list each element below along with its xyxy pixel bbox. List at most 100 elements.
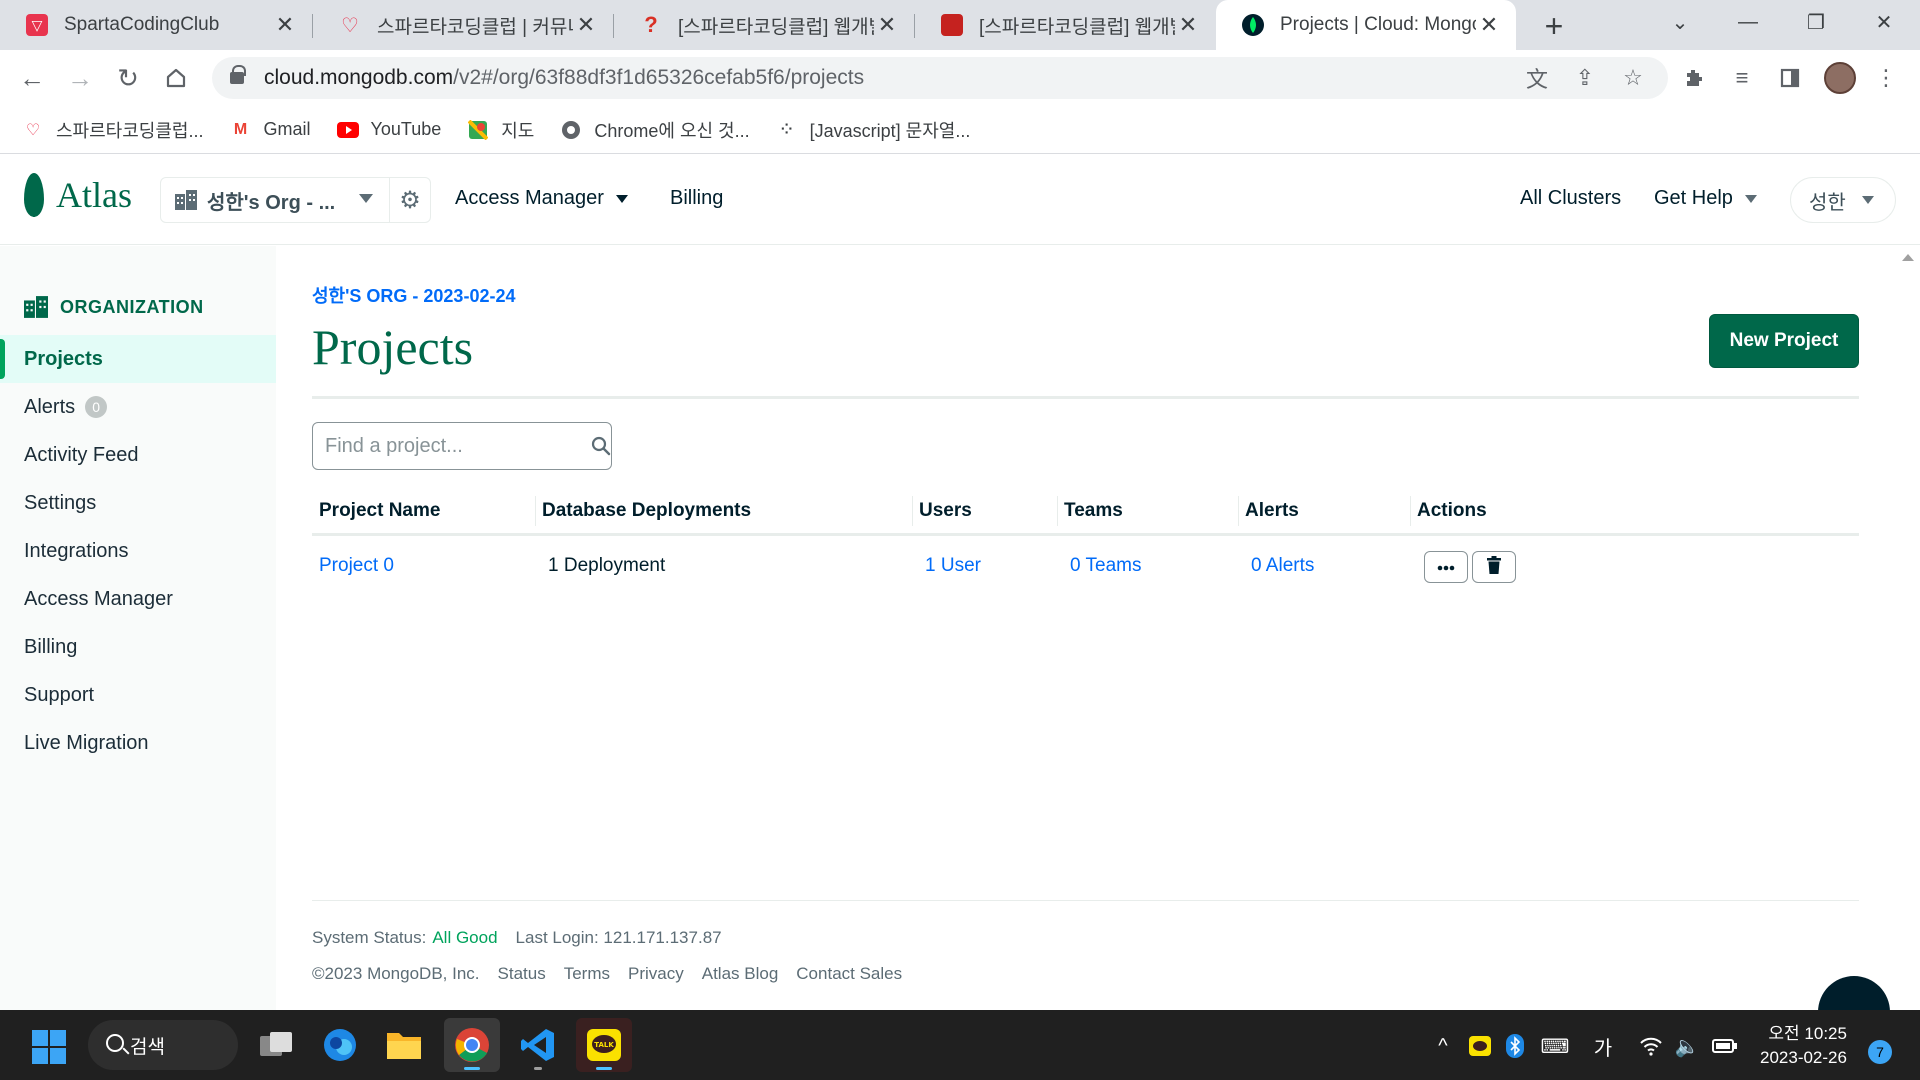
bookmark-youtube[interactable]: YouTube xyxy=(336,119,441,141)
org-settings-gear-icon[interactable]: ⚙ xyxy=(389,177,431,223)
extensions-puzzle-icon[interactable] xyxy=(1678,62,1710,94)
browser-tab-3[interactable]: ? [스파르타코딩클럽] 웹개발 ✕ xyxy=(614,0,914,50)
project-name-link[interactable]: Project 0 xyxy=(312,536,394,596)
reload-icon[interactable]: ↻ xyxy=(108,58,148,98)
more-actions-button[interactable] xyxy=(1424,551,1468,583)
browser-tab-active[interactable]: Projects | Cloud: MongoDB ✕ xyxy=(1216,0,1516,50)
lock-icon[interactable] xyxy=(230,65,246,84)
side-panel-icon[interactable] xyxy=(1774,62,1806,94)
ime-indicator[interactable]: 가 xyxy=(1588,1032,1618,1060)
system-status-value[interactable]: All Good xyxy=(432,928,497,948)
bookmark-gmail[interactable]: M Gmail xyxy=(229,119,311,141)
sidebar-item-activity-feed[interactable]: Activity Feed xyxy=(0,431,276,479)
taskbar-search-label: 검색 xyxy=(130,1036,165,1058)
new-tab-button[interactable]: + xyxy=(1534,6,1574,46)
user-menu-button[interactable]: 성한 xyxy=(1790,177,1896,223)
delete-project-button[interactable] xyxy=(1472,551,1516,583)
column-header-users[interactable]: Users xyxy=(912,486,972,536)
column-header-deployments[interactable]: Database Deployments xyxy=(535,486,751,536)
keyboard-icon[interactable]: ⌨ xyxy=(1540,1032,1570,1060)
tab-search-chevron-icon[interactable]: ⌄ xyxy=(1652,0,1708,44)
vscode-icon[interactable] xyxy=(510,1018,566,1072)
sidebar-item-access-manager[interactable]: Access Manager xyxy=(0,575,276,623)
sidebar-item-projects[interactable]: Projects xyxy=(0,335,276,383)
tray-overflow-chevron-icon[interactable]: ^ xyxy=(1428,1032,1458,1060)
volume-icon[interactable]: 🔈 xyxy=(1672,1032,1702,1060)
alerts-link[interactable]: 0 Alerts xyxy=(1244,536,1314,596)
nav-all-clusters[interactable]: All Clusters xyxy=(1520,187,1621,210)
project-search-input[interactable] xyxy=(325,434,590,458)
back-arrow-icon[interactable]: ← xyxy=(12,58,52,98)
sidebar-item-billing[interactable]: Billing xyxy=(0,623,276,671)
translate-icon[interactable]: 文 xyxy=(1524,65,1550,92)
browser-tab-2[interactable]: ♡ 스파르타코딩클럽 | 커뮤니 ✕ xyxy=(313,0,613,50)
close-window-icon[interactable]: ✕ xyxy=(1856,0,1912,44)
footer-link-privacy[interactable]: Privacy xyxy=(628,964,684,984)
sidebar-item-settings[interactable]: Settings xyxy=(0,479,276,527)
dots-icon: ⁘ xyxy=(780,121,793,137)
windows-start-icon[interactable] xyxy=(32,1030,66,1064)
nav-access-manager[interactable]: Access Manager xyxy=(455,187,628,210)
sidebar-item-alerts[interactable]: Alerts 0 xyxy=(0,383,276,431)
footer-link-contact-sales[interactable]: Contact Sales xyxy=(796,964,902,984)
nav-get-help[interactable]: Get Help xyxy=(1654,187,1757,210)
notification-badge[interactable]: 7 xyxy=(1868,1040,1892,1064)
sidebar-item-support[interactable]: Support xyxy=(0,671,276,719)
chrome-menu-icon[interactable]: ⋮ xyxy=(1870,62,1902,94)
chrome-taskbar-icon[interactable] xyxy=(444,1018,500,1072)
footer-link-status[interactable]: Status xyxy=(498,964,546,984)
kakaotalk-tray-icon[interactable] xyxy=(1465,1032,1495,1060)
close-tab-icon[interactable]: ✕ xyxy=(1476,12,1502,38)
wifi-icon[interactable] xyxy=(1636,1032,1666,1060)
new-project-button[interactable]: New Project xyxy=(1709,314,1859,368)
org-selector[interactable]: 성한's Org - ... xyxy=(160,177,390,223)
battery-icon[interactable] xyxy=(1710,1032,1740,1060)
trash-icon xyxy=(1486,555,1502,579)
close-tab-icon[interactable]: ✕ xyxy=(874,12,900,38)
bookmark-maps[interactable]: 지도 xyxy=(467,117,534,143)
bookmark-star-icon[interactable]: ☆ xyxy=(1620,65,1646,91)
forward-arrow-icon[interactable]: → xyxy=(60,58,100,98)
column-header-alerts[interactable]: Alerts xyxy=(1238,486,1299,536)
bookmark-javascript[interactable]: ⁘ [Javascript] 문자열... xyxy=(776,117,971,143)
column-header-project-name[interactable]: Project Name xyxy=(312,486,440,536)
breadcrumb[interactable]: 성한'S ORG - 2023-02-24 xyxy=(312,282,515,308)
scroll-up-arrow-icon[interactable] xyxy=(1902,254,1914,261)
bluetooth-icon[interactable] xyxy=(1500,1032,1530,1060)
search-icon[interactable] xyxy=(590,436,611,456)
footer-link-atlas-blog[interactable]: Atlas Blog xyxy=(702,964,779,984)
url-host: cloud.mongodb.com xyxy=(264,66,454,89)
address-bar[interactable]: cloud.mongodb.com/v2#/org/63f88df3f1d653… xyxy=(212,57,1668,99)
minimize-icon[interactable]: — xyxy=(1720,0,1776,44)
sidebar-item-live-migration[interactable]: Live Migration xyxy=(0,719,276,767)
browser-tab-4[interactable]: [스파르타코딩클럽] 웹개발 ✕ xyxy=(915,0,1215,50)
file-explorer-icon[interactable] xyxy=(376,1018,432,1072)
taskbar-clock[interactable]: 오전 10:25 2023-02-26 xyxy=(1760,1022,1847,1070)
media-control-icon[interactable]: ≡ xyxy=(1726,62,1758,94)
close-tab-icon[interactable]: ✕ xyxy=(573,12,599,38)
page-scrollbar[interactable] xyxy=(1896,246,1920,1010)
sidebar-item-integrations[interactable]: Integrations xyxy=(0,527,276,575)
bookmark-chrome[interactable]: Chrome에 오신 것... xyxy=(560,117,750,143)
footer-link-terms[interactable]: Terms xyxy=(564,964,610,984)
org-sidebar: ORGANIZATION Projects Alerts 0 Activity F… xyxy=(0,246,276,1010)
taskbar-search[interactable]: 검색 xyxy=(88,1020,238,1070)
task-view-icon[interactable] xyxy=(248,1018,304,1072)
column-header-actions: Actions xyxy=(1410,486,1487,536)
close-tab-icon[interactable]: ✕ xyxy=(272,12,298,38)
nav-billing[interactable]: Billing xyxy=(670,187,723,210)
caret-down-icon xyxy=(1861,196,1874,204)
bookmark-sparta[interactable]: ♡ 스파르타코딩클럽... xyxy=(22,117,204,143)
edge-icon[interactable] xyxy=(312,1018,368,1072)
close-tab-icon[interactable]: ✕ xyxy=(1175,12,1201,38)
kakaotalk-icon[interactable]: TALK xyxy=(576,1018,632,1072)
browser-tab-1[interactable]: ▽ SpartaCodingClub ✕ xyxy=(0,0,312,50)
profile-avatar[interactable] xyxy=(1824,62,1856,94)
column-header-teams[interactable]: Teams xyxy=(1057,486,1123,536)
teams-link[interactable]: 0 Teams xyxy=(1063,536,1141,596)
share-icon[interactable]: ⇪ xyxy=(1572,65,1598,91)
atlas-logo[interactable]: Atlas xyxy=(24,173,132,217)
restore-icon[interactable]: ❐ xyxy=(1788,0,1844,44)
home-icon[interactable] xyxy=(156,58,196,98)
users-link[interactable]: 1 User xyxy=(918,536,981,596)
